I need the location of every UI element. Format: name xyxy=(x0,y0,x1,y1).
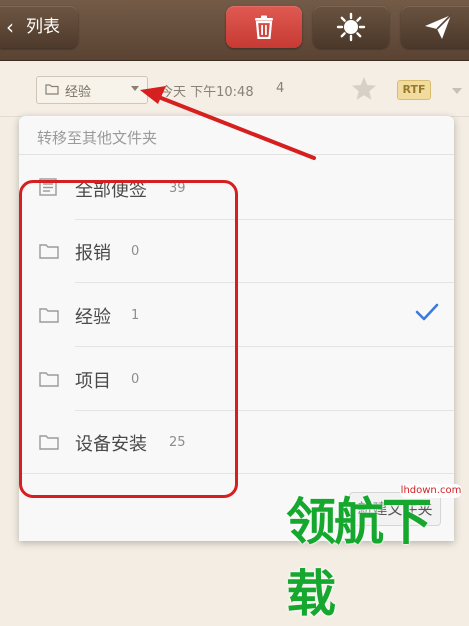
folder-selector-label: 经验 xyxy=(65,85,92,100)
star-icon[interactable] xyxy=(351,76,377,101)
annotation-highlight-box xyxy=(19,180,238,498)
expand-chevron-icon[interactable] xyxy=(452,88,462,94)
folder-selector[interactable]: 经验 xyxy=(36,76,148,104)
brightness-button[interactable] xyxy=(313,6,389,48)
delete-button[interactable] xyxy=(226,6,302,48)
checkmark-icon xyxy=(415,303,439,321)
sun-icon xyxy=(336,12,366,42)
format-badge[interactable]: RTF xyxy=(397,80,431,100)
back-to-list-button[interactable]: ‹ 列表 xyxy=(0,6,78,48)
trash-icon xyxy=(255,15,273,39)
watermark-text: 领航下载 xyxy=(286,493,432,623)
back-button-label: 列表 xyxy=(26,17,60,37)
send-icon xyxy=(425,14,452,39)
share-button[interactable] xyxy=(401,6,469,48)
divider xyxy=(19,154,454,155)
note-count: 4 xyxy=(276,81,285,96)
watermark-url: lhdown.com xyxy=(400,484,462,498)
top-toolbar: ‹ 列表 xyxy=(0,0,469,61)
chevron-down-icon xyxy=(131,86,139,91)
note-date: 今天 下午10:48 xyxy=(160,85,254,100)
folder-icon xyxy=(45,84,59,95)
popover-title: 转移至其他文件夹 xyxy=(37,129,158,147)
chevron-left-icon: ‹ xyxy=(6,15,14,39)
